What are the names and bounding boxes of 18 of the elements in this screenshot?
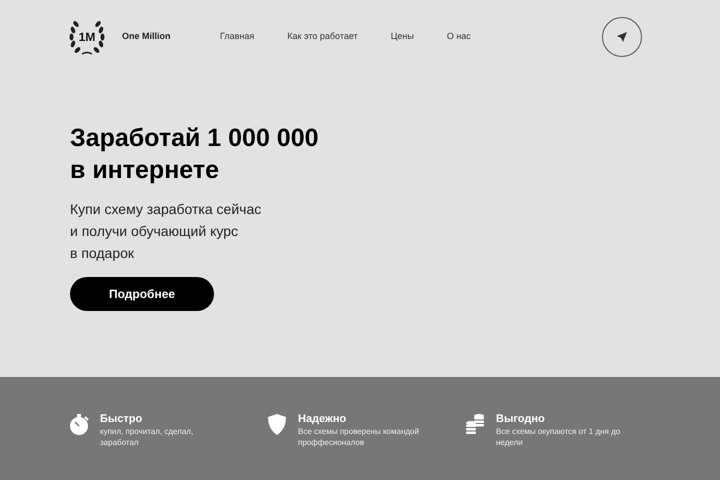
nav-link[interactable]: О нас — [446, 30, 471, 44]
feature-title: Надежно — [298, 412, 346, 426]
logo-text: One Million — [122, 30, 170, 44]
feature-description: купил, прочитал, сделал, заработал — [100, 426, 194, 448]
nav-link[interactable]: Как это работает — [287, 30, 358, 44]
feature-description: Все схемы проверены командой проффесионалов — [298, 426, 420, 448]
more-button[interactable]: Подробнее — [70, 277, 214, 311]
hero-subtitle: и получи обучающий курс — [70, 222, 238, 241]
feature-description: Все схемы окупаются от 1 дня до недели — [496, 426, 621, 448]
hero-subtitle: Купи схему заработка сейчас — [70, 200, 262, 219]
hero-heading: Заработай 1 000 000 — [70, 123, 319, 154]
feature-title: Выгодно — [496, 412, 545, 426]
feature-title: Быстро — [100, 412, 142, 426]
hero-heading: в интернете — [70, 155, 220, 186]
hero-subtitle: в подарок — [70, 244, 134, 263]
nav-link[interactable]: Цены — [390, 30, 414, 44]
nav-link[interactable]: Главная — [220, 30, 254, 44]
logo-mark: 1M — [78, 29, 96, 46]
